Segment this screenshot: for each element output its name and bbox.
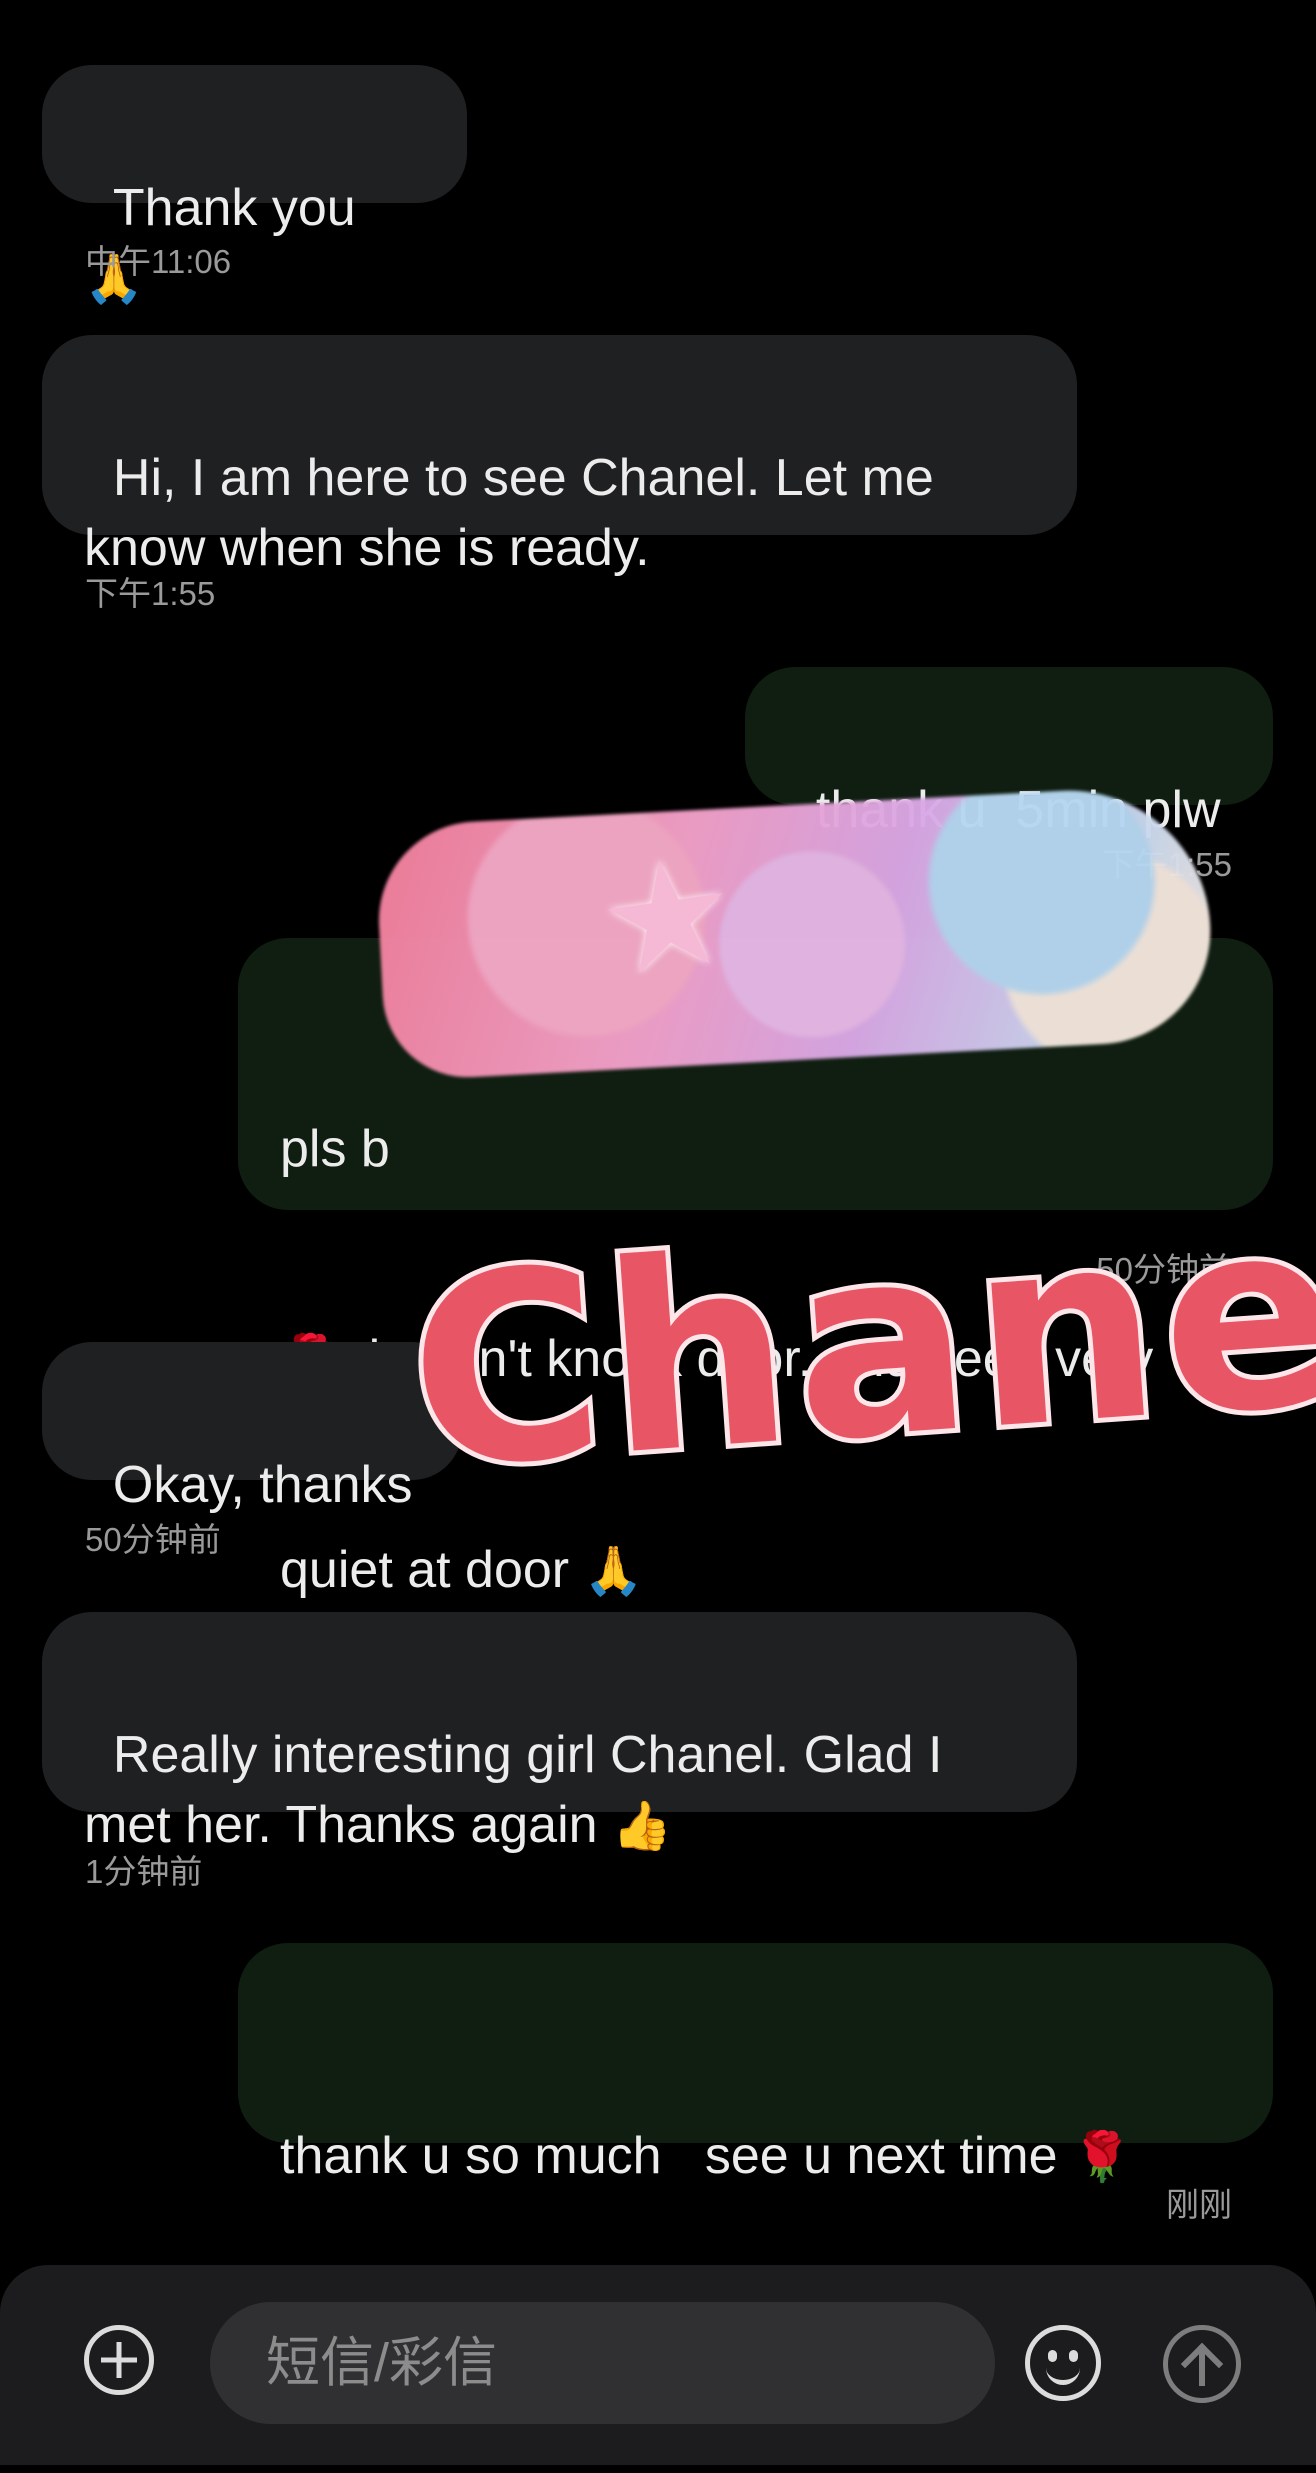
message-bubble-incoming[interactable]: Thank you 🙏 bbox=[42, 65, 467, 307]
message-bubble-incoming[interactable]: Really interesting girl Chanel. Glad I m… bbox=[42, 1612, 1077, 1854]
sticker-overlay bbox=[373, 783, 1217, 1082]
plus-circle-icon[interactable] bbox=[84, 2325, 154, 2395]
rose-emoji: 🌹 bbox=[1071, 2129, 1132, 2185]
message-input[interactable]: 短信/彩信 bbox=[210, 2302, 995, 2424]
message-text: Okay, thanks bbox=[112, 1456, 413, 1514]
smiley-icon[interactable] bbox=[1025, 2325, 1101, 2401]
praying-hands-emoji: 🙏 bbox=[583, 1543, 644, 1599]
send-button[interactable] bbox=[1163, 2325, 1241, 2403]
message-bubble-outgoing[interactable]: thank u 5min plw bbox=[745, 667, 1273, 839]
message-timestamp: 1分钟前 bbox=[85, 1853, 203, 1890]
thumbs-up-emoji: 👍 bbox=[612, 1798, 672, 1854]
message-timestamp: 50分钟前 bbox=[85, 1521, 221, 1558]
message-timestamp: 刚刚 bbox=[1166, 2186, 1232, 2223]
message-text: thank u so much see u next time bbox=[280, 2127, 1072, 2185]
message-timestamp: 下午1:55 bbox=[85, 575, 216, 612]
message-line: quiet at door 🙏 bbox=[280, 1535, 1231, 1606]
message-text: Hi, I am here to see Chanel. Let me know… bbox=[84, 449, 949, 577]
message-bubble-outgoing[interactable]: thank u so much see u next time 🌹 🌹 🌹 bbox=[238, 1943, 1273, 2396]
arrow-head bbox=[1180, 2342, 1224, 2386]
message-bubble-incoming[interactable]: Okay, thanks bbox=[42, 1342, 462, 1514]
message-text: Thank you bbox=[112, 179, 371, 237]
message-text: Really interesting girl Chanel. Glad I m… bbox=[84, 1726, 957, 1854]
smiley-mouth bbox=[1046, 2360, 1080, 2385]
message-line: pls b bbox=[280, 1120, 390, 1178]
message-bubble-incoming[interactable]: Hi, I am here to see Chanel. Let me know… bbox=[42, 335, 1077, 577]
message-text: quiet at door bbox=[280, 1541, 584, 1599]
message-timestamp: 中午11:06 bbox=[85, 243, 232, 280]
star-sticker-icon: ★ bbox=[588, 821, 746, 1013]
